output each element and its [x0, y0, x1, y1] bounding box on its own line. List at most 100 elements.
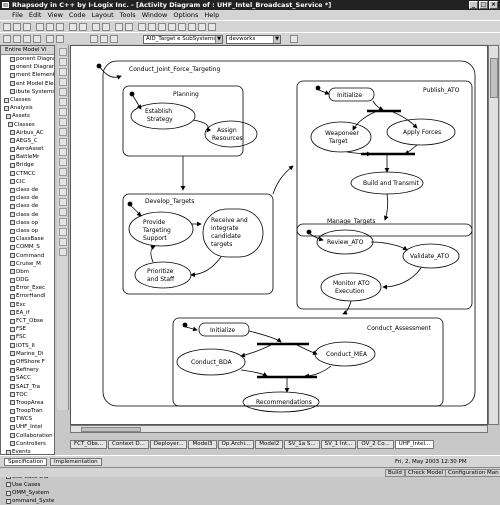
check-model-status[interactable]: Check Model	[405, 469, 447, 477]
doc-tab[interactable]: Model2	[255, 440, 284, 449]
tree-item[interactable]: BattleMr	[2, 153, 54, 161]
line-tool-icon[interactable]	[59, 208, 67, 216]
tree-item[interactable]: Analysis	[2, 104, 54, 112]
tree-item[interactable]: Airbus_AC	[2, 129, 54, 137]
tree-item[interactable]: AEGS_C	[2, 137, 54, 145]
tree-item[interactable]: Classes	[2, 96, 54, 104]
trace-icon[interactable]	[56, 35, 64, 43]
statechart-icon[interactable]	[158, 23, 166, 31]
rectangle-tool-icon[interactable]	[59, 218, 67, 226]
build-status[interactable]: Build	[385, 469, 405, 477]
tree-item[interactable]: COMM_S	[2, 243, 54, 251]
zoom-out-icon[interactable]	[100, 35, 108, 43]
tree-item[interactable]: SALT_Tra	[2, 383, 54, 391]
object-icon[interactable]	[148, 23, 156, 31]
doc-tab[interactable]: SV_1 Int...	[320, 440, 357, 449]
chevron-down-icon[interactable]: ▼	[215, 36, 222, 43]
publish-ato-box[interactable]	[296, 80, 473, 237]
tree-item[interactable]: Bridge	[2, 161, 54, 169]
tree-item[interactable]: AeroAsset	[2, 145, 54, 153]
tree-item[interactable]: IOTS_II	[2, 342, 54, 350]
tree-item[interactable]: class op	[2, 219, 54, 227]
scope-combo[interactable]: AID_Target e SubSystems ▼	[143, 35, 223, 44]
prioritize-staff-state[interactable]	[134, 261, 192, 289]
tree-item[interactable]: Assets	[2, 112, 54, 120]
menu-help[interactable]: Help	[204, 10, 219, 20]
menu-view[interactable]: View	[47, 10, 62, 20]
anchor-tool-icon[interactable]	[59, 188, 67, 196]
menu-edit[interactable]: Edit	[29, 10, 42, 20]
zoom-fit-icon[interactable]	[110, 35, 118, 43]
doc-tab[interactable]: Op.Archi...	[217, 440, 255, 449]
tree-item[interactable]: DDG	[2, 276, 54, 284]
tab-specification[interactable]: Specification	[4, 458, 48, 466]
settings-icon[interactable]	[290, 35, 298, 43]
tree-item[interactable]: ment Element	[2, 71, 54, 79]
make-icon[interactable]	[13, 35, 21, 43]
doc-tab[interactable]: Deployer...	[149, 440, 188, 449]
tree-item[interactable]: onent Diagram	[2, 63, 54, 71]
object-node-tool-icon[interactable]	[59, 78, 67, 86]
dependency-tool-icon[interactable]	[59, 168, 67, 176]
browser-icon[interactable]	[115, 23, 123, 31]
swimlane-tool-icon[interactable]	[59, 158, 67, 166]
scroll-thumb[interactable]	[490, 58, 498, 98]
sequence-icon[interactable]	[178, 23, 186, 31]
weaponeer-target-state[interactable]	[310, 121, 372, 153]
cut-icon[interactable]	[36, 23, 44, 31]
animate-icon[interactable]	[46, 35, 54, 43]
tree-item[interactable]: UHF_Intel	[2, 423, 54, 431]
scroll-thumb[interactable]	[81, 427, 141, 432]
doc-tab[interactable]: Model3	[188, 440, 217, 449]
image-tool-icon[interactable]	[59, 248, 67, 256]
condition-tool-icon[interactable]	[59, 118, 67, 126]
component-icon[interactable]	[198, 23, 206, 31]
tree-item[interactable]: OffShore F	[2, 358, 54, 366]
open-icon[interactable]	[13, 23, 21, 31]
tree-item[interactable]: class op	[2, 227, 54, 235]
tree-item[interactable]: ent Model Elemer	[2, 80, 54, 88]
tree-item[interactable]: ibute Systems	[2, 88, 54, 96]
subactivity-tool-icon[interactable]	[59, 68, 67, 76]
doc-tab[interactable]: OV_2 Co...	[357, 440, 394, 449]
monitor-ato-state[interactable]	[320, 272, 382, 302]
tree-item[interactable]: OMM_System	[2, 489, 54, 497]
menu-layout[interactable]: Layout	[92, 10, 114, 20]
tree-item[interactable]: Dbm	[2, 268, 54, 276]
new-icon[interactable]	[3, 23, 11, 31]
doc-tab[interactable]: Context D...	[108, 440, 149, 449]
assign-resources-state[interactable]	[204, 120, 258, 148]
tree-item[interactable]: CTMCC	[2, 170, 54, 178]
tree-item[interactable]: EA_if	[2, 309, 54, 317]
menu-window[interactable]: Window	[142, 10, 168, 20]
tree-item[interactable]: TOC	[2, 391, 54, 399]
tree-item[interactable]: FSE	[2, 325, 54, 333]
tree-item[interactable]: Collaboration D	[2, 432, 54, 440]
tree-item[interactable]: Exc	[2, 301, 54, 309]
tree-item[interactable]: class de	[2, 202, 54, 210]
vertical-scrollbar[interactable]	[488, 45, 499, 425]
undo-icon[interactable]	[69, 23, 77, 31]
text-tool-icon[interactable]	[59, 198, 67, 206]
stop-icon[interactable]	[33, 35, 41, 43]
tree-item[interactable]: Use Cases	[2, 481, 54, 489]
maximize-button[interactable]: □	[479, 1, 488, 9]
tree-item[interactable]: ommand_Syste	[2, 497, 54, 505]
tree-item[interactable]: FSC	[2, 333, 54, 341]
minimize-button[interactable]: _	[469, 1, 478, 9]
activity-icon[interactable]	[168, 23, 176, 31]
fork-tool-icon[interactable]	[59, 128, 67, 136]
tree-item[interactable]: TroopArea	[2, 399, 54, 407]
diagram-icon[interactable]	[125, 23, 133, 31]
tree-item[interactable]: Refinery	[2, 366, 54, 374]
paste-icon[interactable]	[56, 23, 64, 31]
transition-tool-icon[interactable]	[59, 88, 67, 96]
tree-item[interactable]: Cruise_M	[2, 260, 54, 268]
tree-item[interactable]: TroopTran	[2, 407, 54, 415]
doc-tab-active[interactable]: UHF_Intel...	[394, 440, 435, 449]
config-status[interactable]: Configuration Man	[445, 469, 500, 477]
print-icon[interactable]	[102, 23, 110, 31]
action-state-tool-icon[interactable]	[59, 58, 67, 66]
tree-item[interactable]: Error_Exec	[2, 284, 54, 292]
note-tool-icon[interactable]	[59, 178, 67, 186]
